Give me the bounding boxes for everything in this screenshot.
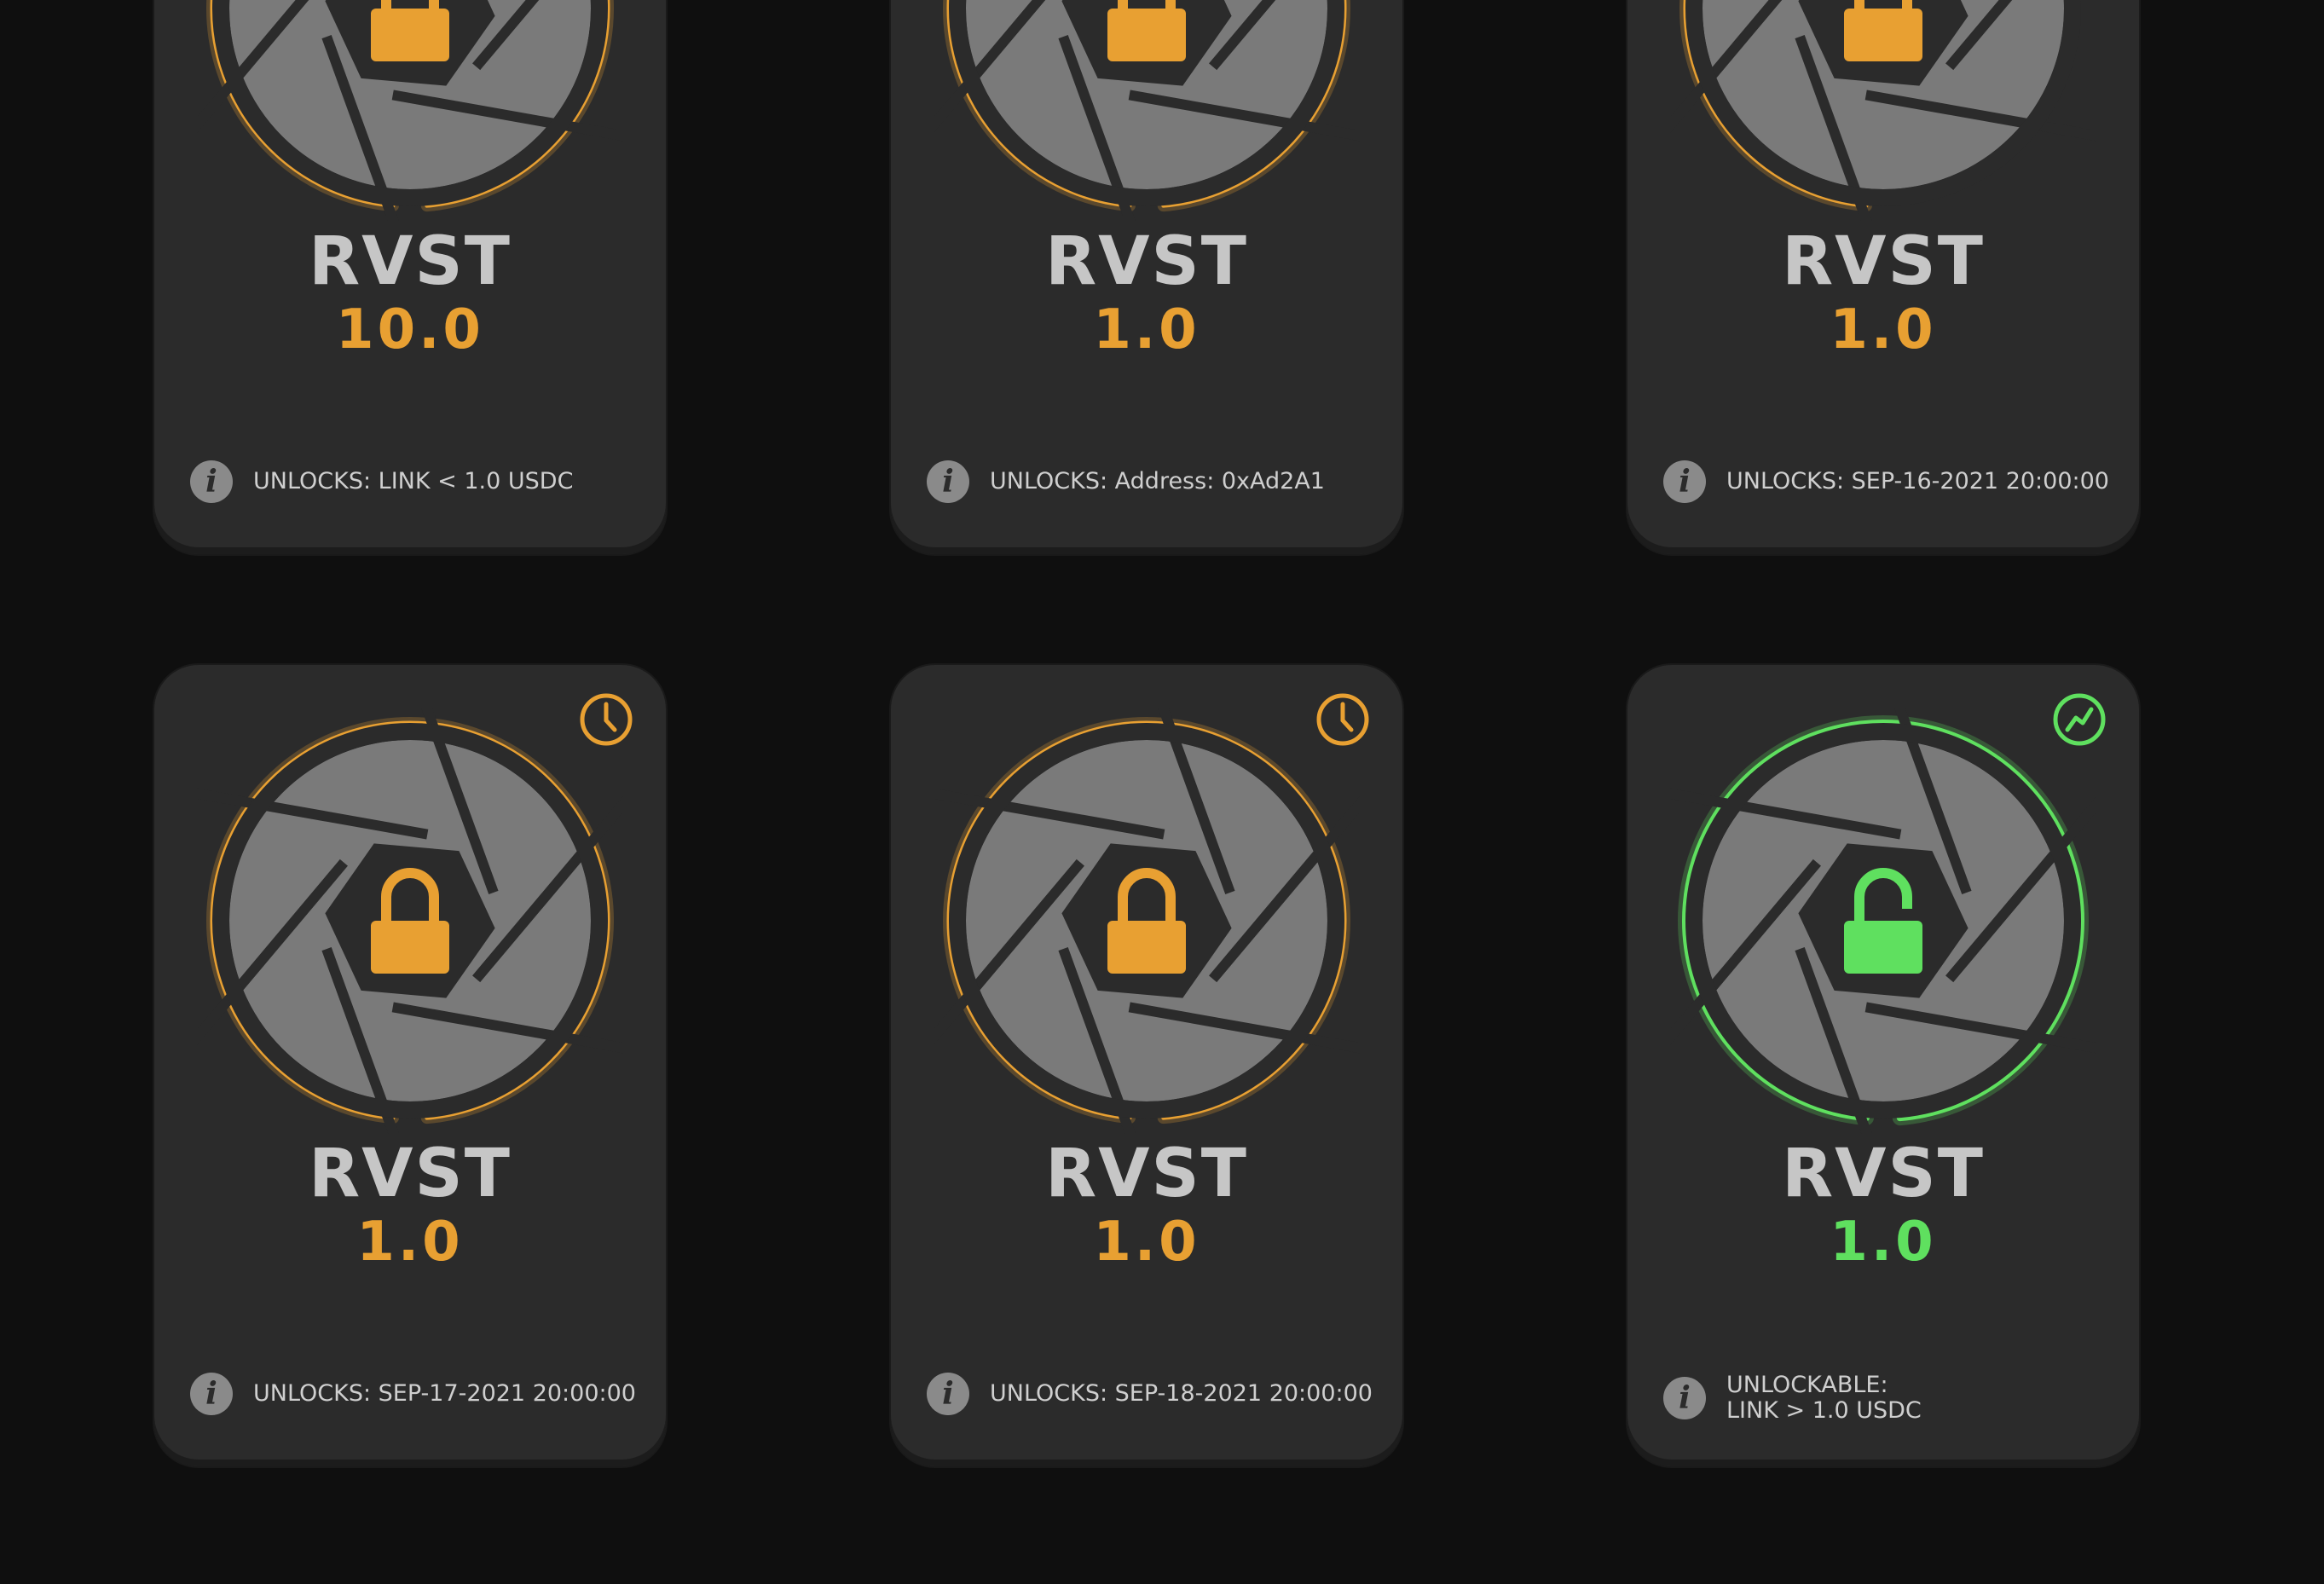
vault-card[interactable]: RVST 10.0 i UNLOCKS: LINK < 1.0 USDC bbox=[154, 0, 666, 554]
unlock-info: i UNLOCKS: SEP-18-2021 20:00:00 bbox=[927, 1373, 1385, 1415]
unlock-info: i UNLOCKABLE: LINK > 1.0 USDC bbox=[1663, 1373, 2122, 1424]
token-amount: 1.0 bbox=[356, 1211, 464, 1274]
info-icon[interactable]: i bbox=[190, 460, 233, 503]
info-icon[interactable]: i bbox=[927, 1373, 969, 1415]
token-ticker: RVST bbox=[309, 223, 512, 300]
token-amount: 1.0 bbox=[1830, 1211, 1937, 1274]
token-ticker: RVST bbox=[309, 1136, 512, 1212]
vault-card[interactable]: RVST 1.0 i UNLOCKABLE: LINK > 1.0 USDC bbox=[1627, 665, 2139, 1466]
unlock-condition: UNLOCKS: SEP-16-2021 20:00:00 bbox=[1726, 468, 2109, 494]
unlock-info: i UNLOCKS: SEP-17-2021 20:00:00 bbox=[190, 1373, 649, 1415]
unlock-condition: UNLOCKS: LINK < 1.0 USDC bbox=[253, 468, 574, 494]
info-icon[interactable]: i bbox=[190, 1373, 233, 1415]
vault-card[interactable]: RVST 1.0 i UNLOCKS: SEP-17-2021 20:00:00 bbox=[154, 665, 666, 1466]
info-icon[interactable]: i bbox=[927, 460, 969, 503]
aperture-lock-icon bbox=[1670, 0, 2096, 222]
token-amount: 10.0 bbox=[336, 298, 484, 361]
vault-card[interactable]: RVST 1.0 i UNLOCKS: SEP-18-2021 20:00:00 bbox=[891, 665, 1402, 1466]
aperture-lock-icon bbox=[197, 0, 623, 222]
info-icon[interactable]: i bbox=[1663, 460, 1706, 503]
token-amount: 1.0 bbox=[1830, 298, 1937, 361]
vault-card[interactable]: RVST 1.0 i UNLOCKS: Address: 0xAd2A1 bbox=[891, 0, 1402, 554]
unlock-condition: UNLOCKS: Address: 0xAd2A1 bbox=[990, 468, 1325, 494]
token-ticker: RVST bbox=[1782, 223, 1985, 300]
token-ticker: RVST bbox=[1045, 223, 1248, 300]
unlock-info: i UNLOCKS: SEP-16-2021 20:00:00 bbox=[1663, 460, 2122, 503]
info-icon[interactable]: i bbox=[1663, 1377, 1706, 1419]
unlock-info: i UNLOCKS: Address: 0xAd2A1 bbox=[927, 460, 1385, 503]
token-ticker: RVST bbox=[1045, 1136, 1248, 1212]
token-amount: 1.0 bbox=[1093, 1211, 1200, 1274]
unlock-condition: UNLOCKABLE: LINK > 1.0 USDC bbox=[1726, 1372, 1922, 1424]
aperture-lock-icon bbox=[934, 708, 1360, 1134]
token-ticker: RVST bbox=[1782, 1136, 1985, 1212]
aperture-lock-icon bbox=[197, 708, 623, 1134]
unlock-condition: UNLOCKS: SEP-17-2021 20:00:00 bbox=[253, 1380, 636, 1407]
token-amount: 1.0 bbox=[1093, 298, 1200, 361]
unlock-info: i UNLOCKS: LINK < 1.0 USDC bbox=[190, 460, 649, 503]
vault-card[interactable]: RVST 1.0 i UNLOCKS: SEP-16-2021 20:00:00 bbox=[1627, 0, 2139, 554]
aperture-lock-icon bbox=[934, 0, 1360, 222]
unlock-condition: UNLOCKS: SEP-18-2021 20:00:00 bbox=[990, 1380, 1373, 1407]
aperture-lock-icon bbox=[1670, 708, 2096, 1134]
